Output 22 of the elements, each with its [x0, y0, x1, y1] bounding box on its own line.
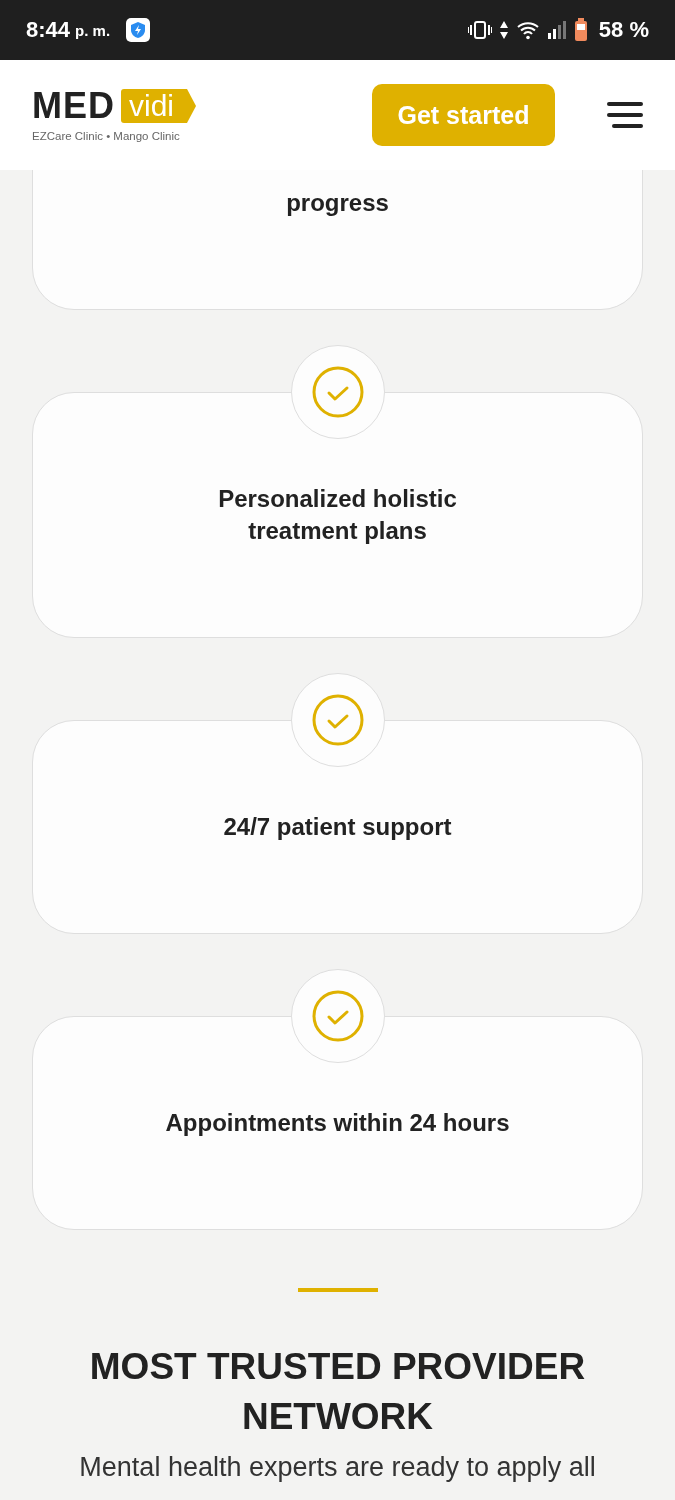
feature-card: Appointments within 24 hours: [32, 1016, 643, 1230]
menu-icon[interactable]: [607, 102, 643, 128]
clock-time: 8:44: [26, 17, 71, 43]
data-arrows-icon: [498, 20, 509, 40]
logo-tag: vidi: [121, 89, 196, 123]
shield-icon: [126, 18, 151, 42]
get-started-button[interactable]: Get started: [372, 84, 555, 146]
check-icon: [311, 366, 364, 418]
logo-subtitle: EZCare Clinic • Mango Clinic: [32, 130, 181, 142]
logo-wordmark: MED: [32, 88, 115, 124]
check-icon: [311, 694, 364, 746]
battery-icon: [573, 18, 588, 42]
feature-card: Personalized holistic treatment plans: [32, 392, 643, 638]
battery-percent: 58 %: [598, 17, 649, 43]
feature-card: 24/7 patient support: [32, 720, 643, 934]
signal-icon: [546, 20, 567, 40]
section-text: Mental health experts are ready to apply all: [79, 1451, 596, 1484]
clock-period: p. m.: [75, 21, 111, 39]
section-heading: MOST TRUSTED PROVIDER NETWORK: [88, 1345, 587, 1439]
check-icon: [311, 990, 364, 1042]
wifi-icon: [515, 20, 540, 40]
vibrate-icon: [467, 20, 492, 40]
